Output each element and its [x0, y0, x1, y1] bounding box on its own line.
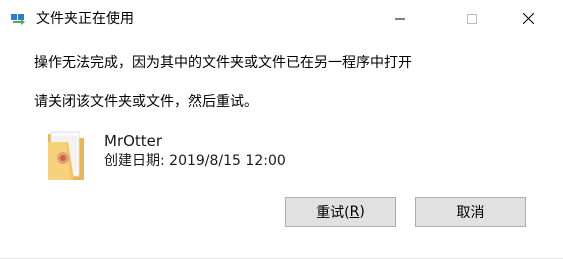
retry-button-label: 重试(: [316, 205, 350, 221]
created-date-label: 创建日期:: [104, 153, 165, 169]
dialog-window: 文件夹正在使用 操作无法完成，因为其中的文件夹或文件已在另一程序中打开 请关闭该…: [0, 0, 563, 259]
file-name: MrOtter: [104, 132, 163, 150]
window-title: 文件夹正在使用: [36, 11, 134, 27]
error-message: 操作无法完成，因为其中的文件夹或文件已在另一程序中打开: [34, 55, 412, 71]
minimize-icon: [395, 9, 405, 28]
cancel-button[interactable]: 取消: [415, 197, 526, 227]
folder-icon: [44, 128, 88, 184]
retry-accelerator: R: [349, 204, 360, 220]
minimize-button[interactable]: [377, 0, 423, 36]
maximize-icon: [467, 9, 477, 28]
retry-button[interactable]: 重试(R): [285, 197, 396, 227]
maximize-button[interactable]: [449, 0, 495, 36]
folder-move-icon: [11, 11, 27, 27]
file-created-date: 创建日期: 2019/8/15 12:00: [104, 151, 286, 171]
created-date-value: 2019/8/15 12:00: [169, 153, 286, 169]
instruction-message: 请关闭该文件夹或文件，然后重试。: [34, 94, 258, 110]
close-icon: [522, 9, 534, 28]
close-button[interactable]: [505, 0, 551, 36]
title-bar: 文件夹正在使用: [0, 0, 563, 38]
retry-button-suffix: ): [359, 204, 365, 220]
cancel-button-label: 取消: [456, 205, 485, 221]
